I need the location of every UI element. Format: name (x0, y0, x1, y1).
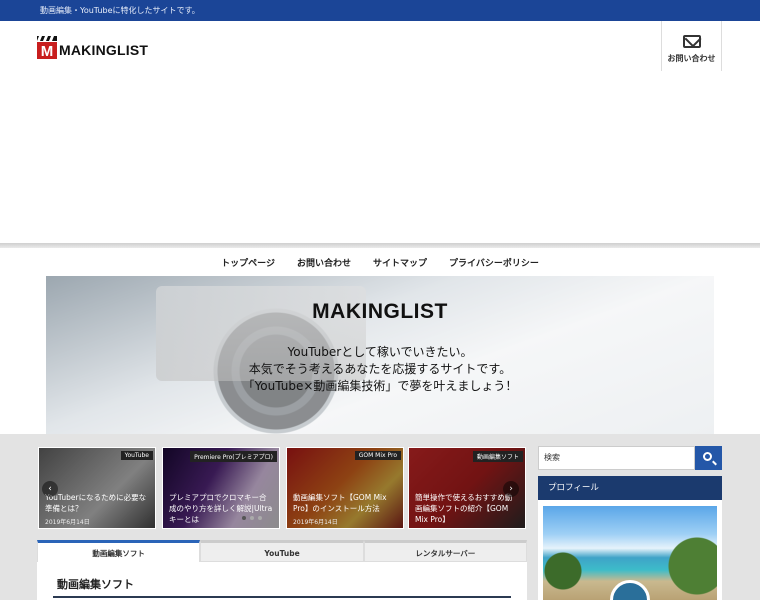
contact-label: お問い合わせ (667, 54, 716, 63)
hero-line: 本気でそう考えるあなたを応援するサイトです。 (248, 362, 512, 376)
svg-text:M: M (41, 43, 54, 59)
card-category: Premiere Pro(プレミアプロ) (190, 451, 277, 462)
carousel-card[interactable]: Premiere Pro(プレミアプロ) プレミアプロでクロマキー合成のやり方を… (162, 447, 280, 529)
avatar (610, 580, 650, 600)
global-nav: トップページ お問い合わせ サイトマップ プライバシーポリシー (0, 248, 760, 276)
tab-row: 動画編集ソフト YouTube レンタルサーバー (37, 540, 527, 562)
search-form: 検索 (538, 446, 722, 470)
card-date: 2019年6月14日 (293, 519, 338, 526)
hero-banner: MAKINGLIST YouTuberとして稼いでいきたい。 本気でそう考えるあ… (46, 276, 714, 434)
hero-lines: YouTuberとして稼いでいきたい。 本気でそう考えるあなたを応援するサイトで… (46, 344, 714, 395)
card-title: YouTuberになるために必要な準備とは？ (45, 493, 147, 513)
tab-rental-server[interactable]: レンタルサーバー (363, 540, 527, 562)
tab-video-software[interactable]: 動画編集ソフト (37, 540, 201, 562)
tab-section-underline (53, 596, 511, 598)
carousel-dot[interactable] (250, 516, 254, 520)
hero-line: YouTuberとして稼いでいきたい。 (287, 345, 473, 359)
nav-item-sitemap[interactable]: サイトマップ (373, 256, 427, 269)
carousel-next-icon[interactable]: › (503, 481, 519, 497)
carousel-prev-icon[interactable]: ‹ (42, 481, 58, 497)
card-category: GOM Mix Pro (354, 451, 401, 460)
tab-youtube[interactable]: YouTube (200, 540, 364, 562)
carousel-dot[interactable] (242, 516, 246, 520)
nav-item-privacy[interactable]: プライバシーポリシー (449, 256, 539, 269)
card-title: 簡単操作で使えるおすすめ動画編集ソフトの紹介【GOM Mix Pro】 (415, 493, 513, 524)
contact-button[interactable]: お問い合わせ (661, 21, 722, 71)
search-input[interactable]: 検索 (538, 446, 695, 470)
logo-text: MAKINGLIST (59, 42, 149, 58)
search-button[interactable] (695, 446, 722, 470)
nav-item-contact[interactable]: お問い合わせ (297, 256, 351, 269)
carousel-card[interactable]: GOM Mix Pro 動画編集ソフト【GOM Mix Pro】のインストール方… (286, 447, 404, 529)
tab-section-title: 動画編集ソフト (57, 578, 134, 591)
search-icon (703, 452, 712, 461)
card-title: プレミアプロでクロマキー合成のやり方を詳しく解説|Ultraキーとは (169, 493, 273, 524)
card-category: 動画編集ソフト (472, 451, 523, 462)
profile-photo (543, 506, 717, 600)
top-bar: 動画編集・YouTubeに特化したサイトです。 (0, 0, 760, 21)
card-title: 動画編集ソフト【GOM Mix Pro】のインストール方法 (293, 493, 387, 513)
nav-item-top[interactable]: トップページ (221, 256, 275, 269)
card-category: YouTube (120, 451, 153, 460)
mail-icon (683, 35, 701, 48)
card-date: 2019年6月14日 (45, 519, 90, 526)
profile-heading: プロフィール (538, 476, 722, 500)
category-tabs: 動画編集ソフト YouTube レンタルサーバー 動画編集ソフト (37, 540, 527, 600)
site-tagline: 動画編集・YouTubeに特化したサイトです。 (40, 6, 200, 15)
hero-title: MAKINGLIST (312, 300, 448, 323)
site-logo[interactable]: M MAKINGLIST (37, 33, 148, 59)
carousel-dot[interactable] (258, 516, 262, 520)
ad-space (0, 73, 760, 243)
site-header: M MAKINGLIST お問い合わせ (0, 21, 760, 73)
clapperboard-icon: M (37, 36, 57, 59)
hero-line: 「YouTube×動画編集技術」で夢を叶えましょう！ (242, 379, 518, 393)
carousel-dots (242, 516, 262, 520)
profile-widget: プロフィール (538, 476, 722, 600)
